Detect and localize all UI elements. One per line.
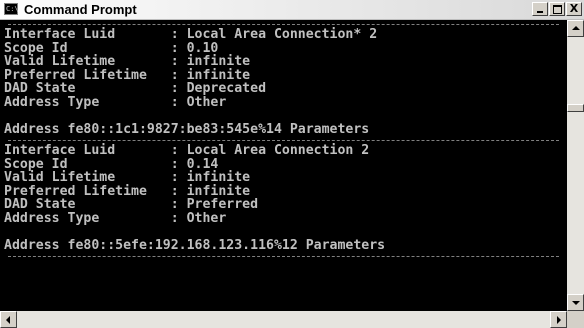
arrow-left-icon (6, 316, 10, 324)
window-title: Command Prompt (24, 2, 137, 17)
console-line: Valid Lifetime : infinite (4, 170, 251, 185)
maximize-button[interactable] (549, 2, 565, 16)
window-controls: X (532, 2, 582, 18)
console-line: Preferred Lifetime : infinite (4, 67, 251, 83)
separator-line (4, 136, 567, 144)
scroll-up-button[interactable] (567, 20, 584, 37)
scrollbar-corner (567, 311, 584, 328)
separator-line (4, 252, 567, 260)
separator-line (4, 20, 567, 28)
console-line: Address fe80::1c1:9827:be83:545e%14 Para… (4, 121, 370, 137)
console-line: Valid Lifetime : infinite (4, 54, 251, 69)
console-line: DAD State : Deprecated (4, 81, 267, 96)
console-line: Interface Luid : Local Area Connection* … (4, 27, 378, 42)
cmd-icon[interactable]: C:\ (4, 3, 19, 15)
console-line: Address Type : Other (4, 210, 227, 226)
command-prompt-window: C:\ Command Prompt X Interface Luid : Lo… (0, 0, 584, 328)
arrow-down-icon (572, 301, 580, 305)
console-line: Interface Luid : Local Area Connection 2 (4, 143, 370, 158)
horizontal-scrollbar[interactable] (0, 311, 567, 328)
arrow-right-icon (557, 316, 561, 324)
console-line: Scope Id : 0.14 (4, 156, 219, 172)
console-line: Address Type : Other (4, 94, 227, 110)
console-line: Address fe80::5efe:192.168.123.116%12 Pa… (4, 237, 386, 253)
console-output[interactable]: Interface Luid : Local Area Connection* … (0, 20, 567, 311)
vertical-scrollbar[interactable] (567, 20, 584, 311)
title-bar[interactable]: C:\ Command Prompt X (0, 0, 584, 20)
console-line: Scope Id : 0.10 (4, 40, 219, 56)
console-line: Preferred Lifetime : infinite (4, 183, 251, 199)
close-icon: X (569, 2, 579, 15)
scroll-left-button[interactable] (0, 311, 17, 328)
close-button[interactable]: X (566, 2, 582, 16)
arrow-up-icon (572, 26, 580, 30)
console-line: DAD State : Preferred (4, 197, 259, 212)
scroll-down-button[interactable] (567, 294, 584, 311)
vertical-scroll-thumb[interactable] (567, 104, 584, 112)
scroll-right-button[interactable] (550, 311, 567, 328)
minimize-button[interactable] (532, 2, 548, 16)
console-text: Interface Luid : Local Area Connection* … (0, 20, 567, 260)
